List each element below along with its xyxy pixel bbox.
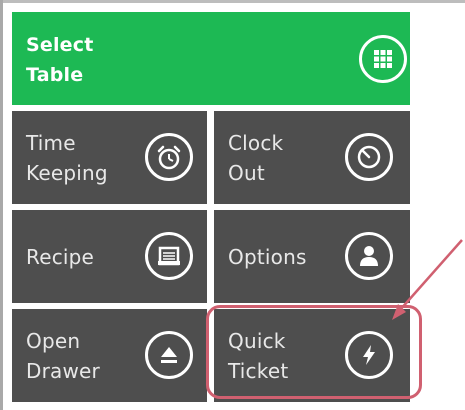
select-table-tile[interactable]: Select Table xyxy=(12,12,410,105)
time-keeping-label: Time Keeping xyxy=(26,131,108,185)
eject-icon xyxy=(145,331,193,379)
clock-out-label: Clock Out xyxy=(228,131,284,185)
time-keeping-tile[interactable]: Time Keeping xyxy=(12,111,207,204)
app-screen: Select Table Time Keeping Clock Out Reci… xyxy=(0,0,465,410)
open-drawer-tile[interactable]: Open Drawer xyxy=(12,309,207,402)
quick-ticket-label: Quick Ticket xyxy=(228,329,289,383)
frame-border-left xyxy=(0,0,3,410)
recipe-box-icon xyxy=(145,232,193,280)
open-drawer-label: Open Drawer xyxy=(26,329,100,383)
user-icon xyxy=(345,232,393,280)
quick-ticket-tile[interactable]: Quick Ticket xyxy=(214,309,410,402)
options-label: Options xyxy=(228,245,307,269)
select-table-label: Select Table xyxy=(26,34,94,86)
clock-out-tile[interactable]: Clock Out xyxy=(214,111,410,204)
recipe-tile[interactable]: Recipe xyxy=(12,210,207,303)
clock-icon xyxy=(345,133,393,181)
recipe-label: Recipe xyxy=(26,245,95,269)
alarm-clock-icon xyxy=(145,133,193,181)
grid-icon xyxy=(359,35,407,83)
lightning-icon xyxy=(345,331,393,379)
options-tile[interactable]: Options xyxy=(214,210,410,303)
frame-border-top xyxy=(0,0,465,3)
